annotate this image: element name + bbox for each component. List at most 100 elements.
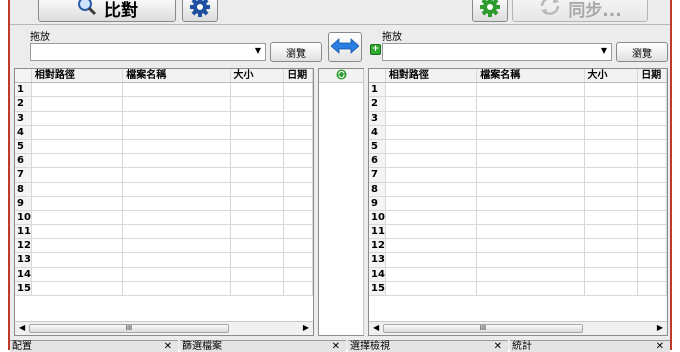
table-cell[interactable] (386, 196, 478, 210)
table-row[interactable]: 8 (15, 182, 314, 197)
table-cell[interactable] (32, 196, 124, 210)
table-cell[interactable] (386, 267, 478, 281)
table-row[interactable]: 3 (15, 111, 314, 126)
table-cell[interactable] (386, 210, 478, 225)
column-header[interactable]: 日期 (638, 69, 668, 83)
table-cell[interactable] (32, 253, 124, 267)
table-cell[interactable] (585, 210, 639, 225)
table-cell[interactable] (32, 111, 124, 125)
right-browse-button[interactable]: 瀏覽 (616, 42, 668, 62)
table-cell[interactable] (386, 154, 478, 168)
table-cell[interactable] (123, 111, 231, 125)
table-cell[interactable] (638, 125, 668, 139)
table-cell[interactable] (231, 139, 285, 154)
panel-configuration[interactable]: 配置 ✕ (10, 340, 178, 352)
table-cell[interactable] (123, 210, 231, 225)
table-cell[interactable] (585, 253, 639, 267)
table-cell[interactable] (284, 83, 314, 97)
table-cell[interactable] (477, 196, 585, 210)
scroll-thumb[interactable]: III (29, 324, 229, 333)
table-row[interactable]: 12 (15, 239, 314, 254)
table-cell[interactable] (585, 281, 639, 295)
scroll-left-icon[interactable]: ◀ (19, 323, 25, 332)
table-cell[interactable] (477, 154, 585, 168)
table-row[interactable]: 4 (15, 125, 314, 140)
table-cell[interactable] (284, 281, 314, 295)
panel-statistics[interactable]: 統計 ✕ (510, 340, 670, 352)
table-cell[interactable] (32, 97, 124, 111)
table-cell[interactable] (477, 97, 585, 111)
table-cell[interactable] (231, 125, 285, 139)
table-cell[interactable] (284, 196, 314, 210)
table-cell[interactable] (638, 253, 668, 267)
table-cell[interactable] (477, 225, 585, 239)
table-row[interactable]: 3 (369, 111, 668, 126)
table-cell[interactable] (386, 225, 478, 239)
table-cell[interactable] (585, 83, 639, 97)
table-cell[interactable] (231, 225, 285, 239)
table-cell[interactable] (231, 267, 285, 281)
table-row[interactable]: 14 (369, 267, 668, 282)
right-file-grid[interactable]: 相對路徑 檔案名稱 大小 日期 1 2 3 4 5 6 7 8 9 10 11 12 13 14 15 ◀ III … (368, 68, 668, 336)
table-cell[interactable] (123, 253, 231, 267)
table-cell[interactable] (585, 154, 639, 168)
table-cell[interactable] (123, 125, 231, 139)
table-cell[interactable] (585, 196, 639, 210)
table-cell[interactable] (638, 196, 668, 210)
table-cell[interactable] (638, 139, 668, 154)
table-cell[interactable] (123, 154, 231, 168)
table-cell[interactable] (284, 267, 314, 281)
close-icon[interactable]: ✕ (164, 341, 172, 352)
sync-direction-icon[interactable] (336, 69, 347, 83)
table-cell[interactable] (284, 125, 314, 139)
table-cell[interactable] (32, 125, 124, 139)
table-cell[interactable] (32, 281, 124, 295)
table-cell[interactable] (386, 111, 478, 125)
table-cell[interactable] (123, 182, 231, 196)
table-row[interactable]: 7 (369, 168, 668, 183)
swap-sides-button[interactable] (328, 32, 362, 62)
table-cell[interactable] (123, 267, 231, 281)
sync-button[interactable]: 同步... (512, 0, 648, 22)
table-cell[interactable] (231, 281, 285, 295)
table-cell[interactable] (638, 210, 668, 225)
table-cell[interactable] (638, 239, 668, 253)
table-cell[interactable] (585, 239, 639, 253)
table-cell[interactable] (123, 196, 231, 210)
table-cell[interactable] (284, 168, 314, 182)
table-row[interactable]: 5 (15, 139, 314, 155)
table-cell[interactable] (585, 267, 639, 281)
table-cell[interactable] (32, 267, 124, 281)
table-cell[interactable] (284, 97, 314, 111)
table-cell[interactable] (386, 83, 478, 97)
table-row[interactable]: 5 (369, 139, 668, 155)
table-cell[interactable] (386, 168, 478, 182)
column-header[interactable]: 檔案名稱 (477, 69, 585, 83)
close-icon[interactable]: ✕ (494, 341, 502, 352)
table-cell[interactable] (123, 83, 231, 97)
table-cell[interactable] (231, 111, 285, 125)
scroll-right-icon[interactable]: ▶ (657, 323, 663, 332)
table-cell[interactable] (585, 111, 639, 125)
table-row[interactable]: 12 (369, 239, 668, 254)
column-header[interactable]: 大小 (231, 69, 285, 83)
table-cell[interactable] (477, 239, 585, 253)
column-header[interactable]: 相對路徑 (32, 69, 124, 83)
table-cell[interactable] (585, 168, 639, 182)
table-cell[interactable] (638, 97, 668, 111)
table-row[interactable]: 13 (15, 253, 314, 268)
table-cell[interactable] (386, 239, 478, 253)
left-file-grid[interactable]: 相對路徑 檔案名稱 大小 日期 1 2 3 4 5 6 7 8 9 10 11 12 13 14 15 ◀ III … (14, 68, 314, 336)
table-row[interactable]: 11 (15, 225, 314, 240)
table-cell[interactable] (231, 182, 285, 196)
table-cell[interactable] (32, 225, 124, 239)
table-cell[interactable] (284, 139, 314, 154)
column-header[interactable]: 相對路徑 (386, 69, 478, 83)
table-cell[interactable] (585, 182, 639, 196)
close-icon[interactable]: ✕ (332, 341, 340, 352)
table-cell[interactable] (386, 139, 478, 154)
table-cell[interactable] (284, 154, 314, 168)
table-cell[interactable] (386, 182, 478, 196)
close-icon[interactable]: ✕ (656, 341, 664, 352)
right-horizontal-scrollbar[interactable]: ◀ III ▶ (369, 321, 667, 335)
